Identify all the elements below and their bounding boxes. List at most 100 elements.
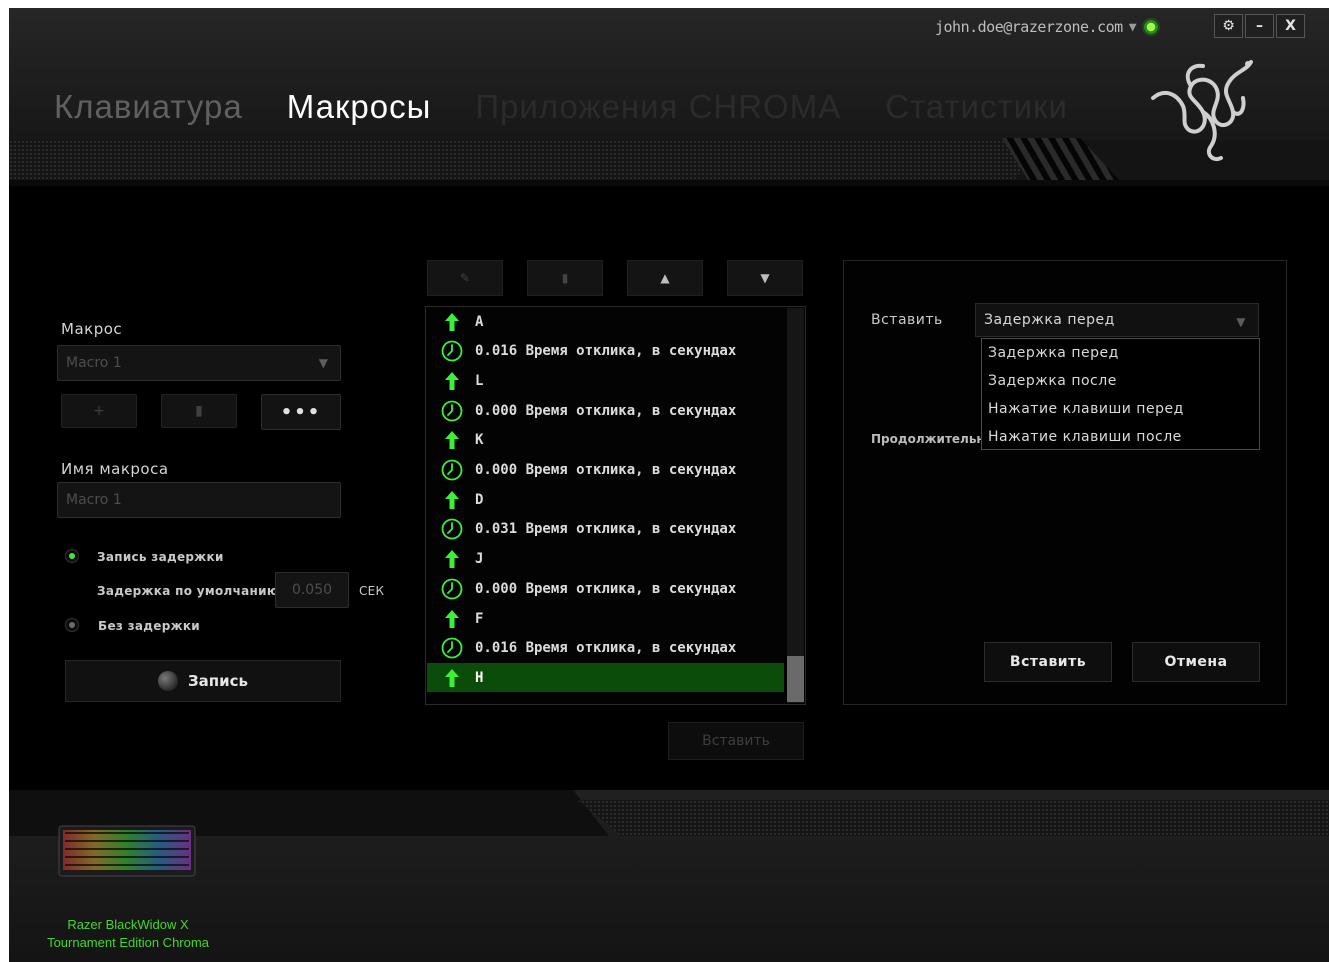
default-delay-label: Задержка по умолчанию bbox=[97, 584, 279, 598]
event-text: 0.000 Время отклика, в секундах bbox=[475, 580, 737, 597]
insert-confirm-button[interactable]: Вставить bbox=[984, 642, 1112, 682]
settings-button[interactable]: ⚙ bbox=[1214, 14, 1243, 38]
record-icon bbox=[157, 671, 178, 691]
chevron-down-icon[interactable]: ▼ bbox=[1129, 20, 1137, 35]
minimize-button[interactable]: – bbox=[1245, 14, 1274, 38]
key-event-row[interactable]: L bbox=[427, 366, 784, 395]
clock-icon bbox=[441, 400, 463, 422]
duration-label: Продолжительность bbox=[871, 432, 983, 446]
default-delay-field[interactable]: 0.050 bbox=[275, 572, 349, 608]
clock-icon bbox=[441, 578, 463, 600]
macro-name-value: Macro 1 bbox=[66, 492, 122, 508]
event-text: D bbox=[475, 491, 484, 508]
key-event-row[interactable]: D bbox=[427, 485, 784, 514]
delete-macro-button[interactable]: ▮ bbox=[161, 394, 237, 428]
key-up-arrow-icon bbox=[441, 608, 463, 630]
key-event-row[interactable]: H bbox=[427, 663, 784, 693]
add-macro-button[interactable]: + bbox=[61, 394, 137, 428]
cancel-button[interactable]: Отмена bbox=[1132, 642, 1260, 682]
event-text: F bbox=[475, 610, 484, 627]
device-name[interactable]: Razer BlackWidow X Tournament Edition Ch… bbox=[23, 916, 233, 952]
tab-macros[interactable]: Макросы bbox=[287, 88, 432, 126]
insert-type-select[interactable]: Задержка перед ▼ bbox=[975, 303, 1259, 337]
no-delay-radio[interactable] bbox=[65, 618, 79, 632]
clock-icon bbox=[441, 459, 463, 481]
event-text: 0.000 Время отклика, в секундах bbox=[475, 402, 737, 419]
event-text: 0.016 Время отклика, в секундах bbox=[475, 343, 737, 360]
dropdown-option[interactable]: Нажатие клавиши после bbox=[982, 423, 1259, 451]
insert-event-button[interactable]: Вставить bbox=[668, 722, 804, 760]
tab-stats[interactable]: Статистики bbox=[885, 88, 1068, 126]
insert-type-dropdown: Задержка перед Задержка после Нажатие кл… bbox=[981, 338, 1260, 450]
arrow-up-icon: ▲ bbox=[660, 271, 670, 285]
delay-event-row[interactable]: 0.016 Время отклика, в секундах bbox=[427, 337, 784, 366]
close-button[interactable]: X bbox=[1276, 14, 1305, 38]
event-list-scrollbar[interactable] bbox=[787, 308, 804, 703]
clock-icon bbox=[441, 340, 463, 362]
key-up-arrow-icon bbox=[441, 429, 463, 451]
trash-icon: ▮ bbox=[195, 403, 203, 419]
main-tabs: Клавиатура Макросы Приложения CHROMA Ста… bbox=[54, 88, 1112, 126]
no-delay-label: Без задержки bbox=[98, 619, 201, 633]
delay-event-row[interactable]: 0.000 Время отклика, в секундах bbox=[427, 574, 784, 603]
record-delay-label: Запись задержки bbox=[97, 550, 224, 564]
delay-event-row[interactable]: 0.000 Время отклика, в секундах bbox=[427, 396, 784, 425]
delay-event-row[interactable]: 0.000 Время отклика, в секундах bbox=[427, 456, 784, 485]
dropdown-option[interactable]: Нажатие клавиши перед bbox=[982, 395, 1259, 423]
trash-icon: ▮ bbox=[561, 271, 569, 285]
clock-icon bbox=[441, 637, 463, 659]
event-text: J bbox=[475, 551, 484, 568]
event-text: 0.031 Время отклика, в секундах bbox=[475, 521, 737, 538]
macro-name-label: Имя макроса bbox=[61, 460, 169, 478]
event-text: 0.016 Время отклика, в секундах bbox=[475, 640, 737, 657]
key-event-row[interactable]: A bbox=[427, 307, 784, 336]
edit-event-button[interactable]: ✎ bbox=[427, 260, 503, 296]
macro-select-value: Macro 1 bbox=[66, 355, 122, 371]
key-event-row[interactable]: K bbox=[427, 426, 784, 455]
more-options-button[interactable]: ••• bbox=[261, 394, 341, 430]
clock-icon bbox=[441, 518, 463, 540]
dropdown-option[interactable]: Задержка перед bbox=[982, 339, 1259, 367]
window-controls: ⚙ – X bbox=[1214, 14, 1305, 38]
insert-label: Вставить bbox=[871, 312, 943, 328]
keyboard-device-icon[interactable] bbox=[57, 820, 197, 882]
plus-icon: + bbox=[93, 403, 105, 419]
macro-name-field[interactable]: Macro 1 bbox=[57, 482, 341, 518]
key-up-arrow-icon bbox=[441, 667, 463, 689]
chevron-down-icon: ▼ bbox=[318, 356, 328, 370]
record-button[interactable]: Запись bbox=[65, 660, 341, 702]
move-down-button[interactable]: ▼ bbox=[727, 260, 803, 296]
insert-type-value: Задержка перед bbox=[984, 312, 1115, 328]
event-text: K bbox=[475, 432, 484, 449]
event-text: 0.000 Время отклика, в секундах bbox=[475, 462, 737, 478]
online-status-icon bbox=[1142, 18, 1161, 36]
key-event-row[interactable]: J bbox=[427, 545, 784, 574]
header-edge bbox=[9, 180, 1329, 186]
delay-unit: СЕК bbox=[359, 584, 385, 598]
macro-select[interactable]: Macro 1 ▼ bbox=[57, 345, 341, 381]
pencil-icon: ✎ bbox=[459, 271, 471, 285]
scrollbar-thumb[interactable] bbox=[787, 656, 804, 702]
footer-texture bbox=[577, 800, 1329, 836]
move-up-button[interactable]: ▲ bbox=[627, 260, 703, 296]
default-delay-value: 0.050 bbox=[291, 582, 333, 598]
dropdown-option[interactable]: Задержка после bbox=[982, 367, 1259, 395]
account-email[interactable]: john.doe@razerzone.com bbox=[935, 18, 1123, 36]
key-event-row[interactable]: F bbox=[427, 604, 784, 633]
device-name-line2: Tournament Edition Chroma bbox=[47, 935, 209, 950]
tab-chroma-apps[interactable]: Приложения CHROMA bbox=[475, 88, 841, 126]
account-menu[interactable]: john.doe@razerzone.com ▼ bbox=[935, 16, 1161, 38]
chevron-down-icon: ▼ bbox=[1236, 315, 1246, 329]
key-up-arrow-icon bbox=[441, 489, 463, 511]
delete-event-button[interactable]: ▮ bbox=[527, 260, 603, 296]
event-text: A bbox=[475, 313, 484, 330]
key-up-arrow-icon bbox=[441, 548, 463, 570]
delay-event-row[interactable]: 0.031 Время отклика, в секундах bbox=[427, 515, 784, 544]
record-button-label: Запись bbox=[187, 672, 249, 690]
tab-keyboard[interactable]: Клавиатура bbox=[54, 88, 243, 126]
arrow-down-icon: ▼ bbox=[760, 271, 770, 285]
key-up-arrow-icon bbox=[441, 370, 463, 392]
record-delay-radio[interactable] bbox=[65, 549, 79, 563]
synapse-window: john.doe@razerzone.com ▼ ⚙ – X Клавиатур… bbox=[9, 8, 1329, 962]
delay-event-row[interactable]: 0.016 Время отклика, в секундах bbox=[427, 634, 784, 663]
